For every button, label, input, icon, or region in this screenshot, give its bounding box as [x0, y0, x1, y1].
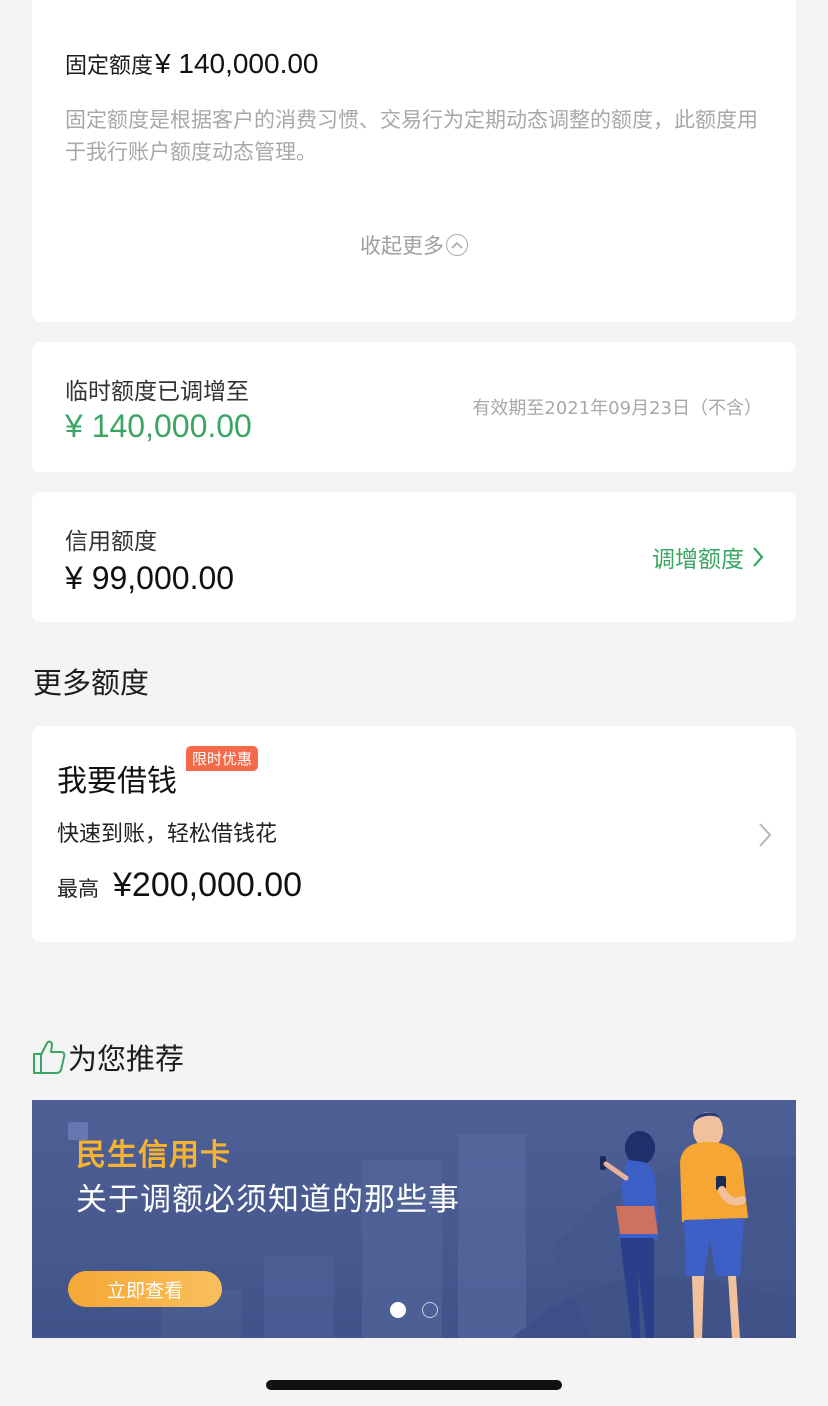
temporary-limit-label: 临时额度已调增至: [65, 379, 249, 405]
loan-subtitle: 快速到账，轻松借钱花: [57, 822, 278, 847]
view-now-button[interactable]: 立即查看: [68, 1271, 222, 1307]
recommend-title: 为您推荐: [68, 1042, 185, 1076]
chevron-right-icon: [759, 823, 772, 847]
temporary-limit-value: ¥ 140,000.00: [65, 408, 252, 444]
view-now-label: 立即查看: [106, 1279, 183, 1302]
thumbs-up-icon: [33, 1040, 66, 1074]
credit-limit-page: 固定额度 ¥ 140,000.00 固定额度是根据客户的消费习惯、交易行为定期动…: [0, 0, 828, 1406]
banner-headline: 关于调额必须知道的那些事: [76, 1182, 460, 1218]
carousel-dot-active[interactable]: [390, 1302, 406, 1318]
limited-offer-badge: 限时优惠: [186, 746, 259, 771]
fixed-limit-label: 固定额度: [65, 54, 154, 79]
credit-limit-label: 信用额度: [65, 529, 157, 555]
fixed-limit-card: 固定额度 ¥ 140,000.00 固定额度是根据客户的消费习惯、交易行为定期动…: [32, 0, 796, 322]
increase-limit-button[interactable]: 调增额度: [652, 540, 764, 574]
chevron-right-icon: [753, 547, 764, 567]
collapse-more-label: 收起更多: [360, 234, 444, 258]
loan-max-value: ¥200,000.00: [113, 866, 303, 904]
temporary-limit-card: 临时额度已调增至 ¥ 140,000.00 有效期至2021年09月23日（不含…: [32, 342, 796, 472]
recommend-header: 为您推荐: [32, 1036, 184, 1078]
credit-limit-card: 信用额度 ¥ 99,000.00 调增额度: [32, 492, 796, 622]
fixed-limit-description: 固定额度是根据客户的消费习惯、交易行为定期动态调整的额度，此额度用于我行账户额度…: [65, 108, 758, 164]
loan-card[interactable]: 我要借钱 限时优惠 快速到账，轻松借钱花 最高 ¥200,000.00: [32, 726, 796, 942]
fixed-limit-value: ¥ 140,000.00: [155, 48, 319, 79]
credit-limit-value: ¥ 99,000.00: [65, 560, 235, 596]
fixed-limit-row: 固定额度 ¥ 140,000.00: [65, 48, 319, 80]
banner-brand: 民生信用卡: [76, 1138, 231, 1173]
carousel-dot[interactable]: [422, 1302, 438, 1318]
carousel-indicator: [390, 1302, 438, 1318]
collapse-more-button[interactable]: 收起更多: [32, 230, 796, 260]
temporary-limit-validity: 有效期至2021年09月23日（不含）: [472, 398, 762, 419]
home-indicator[interactable]: [266, 1380, 562, 1390]
increase-limit-label: 调增额度: [652, 547, 744, 573]
chevron-up-circle-icon: [446, 234, 468, 256]
loan-max-label: 最高: [57, 877, 99, 901]
promo-banner[interactable]: 民生信用卡 关于调额必须知道的那些事 立即查看: [32, 1100, 796, 1338]
loan-title: 我要借钱: [57, 764, 177, 799]
loan-max-row: 最高 ¥200,000.00: [57, 866, 302, 905]
more-limits-title: 更多额度: [33, 666, 150, 700]
